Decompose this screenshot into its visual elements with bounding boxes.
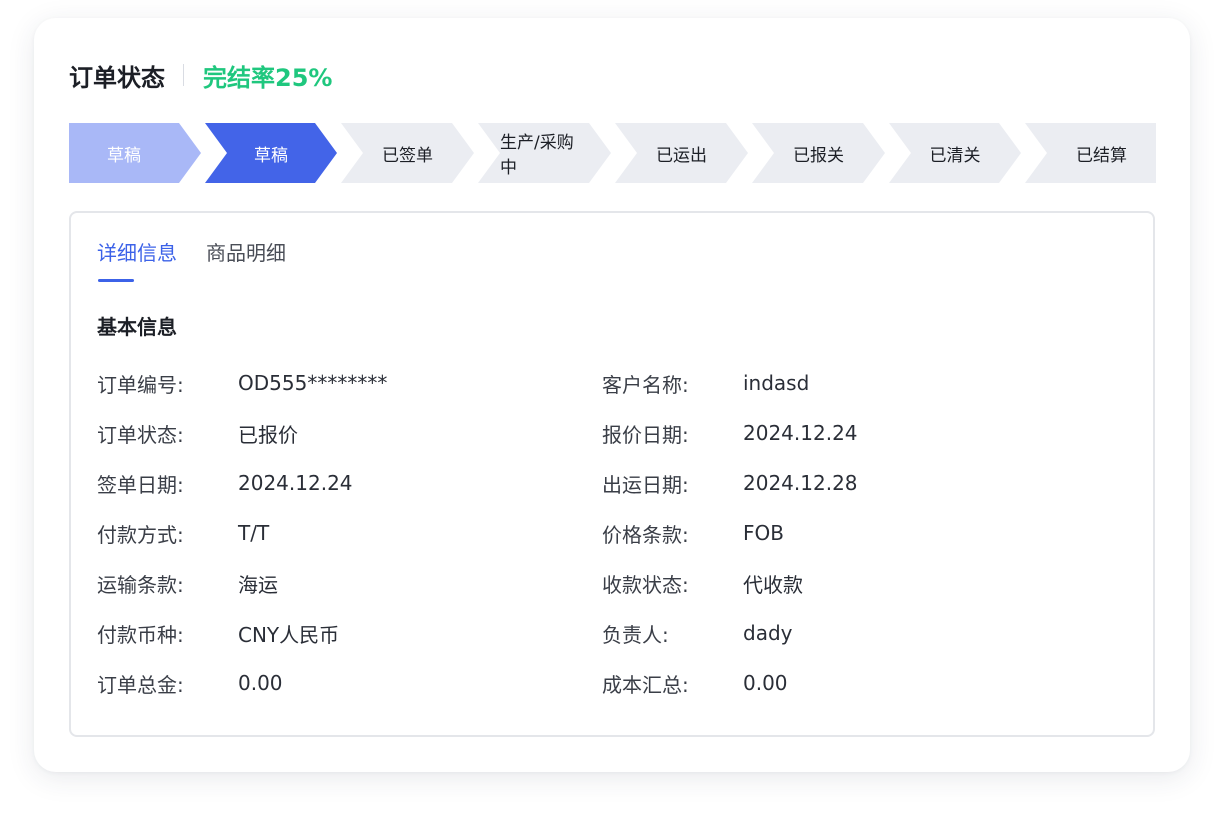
field-label: 订单编号: [97, 372, 184, 397]
left-field-row: 订单编号: OD555******** [97, 369, 387, 397]
step-4[interactable]: 生产/采购中 [500, 123, 589, 183]
field-value: OD555******** [238, 371, 388, 395]
status-steps: 草稿 草稿 已签单 生产/采购中 已运出 已报关 已清关 已结算 [69, 123, 1156, 183]
right-field-row: 出运日期: 2024.12.28 [602, 469, 858, 497]
field-value: 2024.12.28 [743, 471, 858, 495]
field-label: 价格条款: [602, 522, 689, 547]
field-label: 订单状态: [97, 422, 184, 447]
field-label: 报价日期: [602, 422, 689, 447]
field-value: FOB [743, 521, 784, 545]
field-label: 成本汇总: [602, 672, 689, 697]
field-value: 2024.12.24 [743, 421, 858, 445]
field-value: dady [743, 621, 793, 645]
field-label: 订单总金: [97, 672, 184, 697]
section-title: 基本信息 [97, 315, 177, 339]
field-label: 负责人: [602, 622, 669, 647]
tab-bar: 详细信息 商品明细 [97, 237, 315, 266]
step-5[interactable]: 已运出 [637, 123, 726, 183]
order-status-card: 订单状态 完结率25% 草稿 草稿 已签单 生产/采购中 已运出 已报关 已清关 已结算 详细… [34, 18, 1190, 772]
field-label: 付款币种: [97, 622, 184, 647]
left-field-row: 付款方式: T/T [97, 519, 269, 547]
right-field-row: 客户名称: indasd [602, 369, 809, 397]
tab-product-details[interactable]: 商品明细 [206, 237, 286, 266]
field-label: 客户名称: [602, 372, 689, 397]
field-value: 0.00 [238, 671, 283, 695]
left-field-row: 付款币种: CNY人民币 [97, 619, 339, 647]
right-field-row: 报价日期: 2024.12.24 [602, 419, 858, 447]
tab-details[interactable]: 详细信息 [97, 237, 177, 266]
left-field-row: 运输条款: 海运 [97, 569, 278, 597]
right-field-row: 收款状态: 代收款 [602, 569, 803, 597]
page-title: 订单状态 [69, 63, 165, 92]
step-8[interactable]: 已结算 [1047, 123, 1156, 183]
left-field-row: 订单状态: 已报价 [97, 419, 298, 447]
header-divider [183, 64, 184, 86]
step-7[interactable]: 已清关 [911, 123, 999, 183]
field-value: CNY人民币 [238, 622, 340, 647]
step-3[interactable]: 已签单 [363, 123, 452, 183]
detail-panel: 详细信息 商品明细 基本信息 订单编号: OD555******** 订单状态: 已报… [69, 211, 1155, 737]
left-field-row: 签单日期: 2024.12.24 [97, 469, 353, 497]
field-value: 已报价 [238, 422, 298, 447]
right-field-row: 负责人: dady [602, 619, 792, 647]
field-value: 海运 [238, 572, 278, 597]
field-value: 0.00 [743, 671, 788, 695]
completion-rate: 完结率25% [203, 63, 333, 92]
field-label: 收款状态: [602, 572, 689, 597]
field-value: indasd [743, 371, 810, 395]
field-value: 代收款 [743, 572, 803, 597]
field-value: 2024.12.24 [238, 471, 353, 495]
card-header: 订单状态 完结率25% [69, 58, 332, 92]
step-6[interactable]: 已报关 [774, 123, 863, 183]
active-tab-indicator [98, 279, 134, 282]
field-label: 签单日期: [97, 472, 184, 497]
right-field-row: 成本汇总: 0.00 [602, 669, 788, 697]
right-field-row: 价格条款: FOB [602, 519, 784, 547]
field-label: 运输条款: [97, 572, 184, 597]
field-label: 出运日期: [602, 472, 689, 497]
step-2[interactable]: 草稿 [227, 123, 315, 183]
field-label: 付款方式: [97, 522, 184, 547]
step-1[interactable]: 草稿 [69, 123, 179, 183]
field-value: T/T [238, 521, 270, 545]
left-field-row: 订单总金: 0.00 [97, 669, 283, 697]
